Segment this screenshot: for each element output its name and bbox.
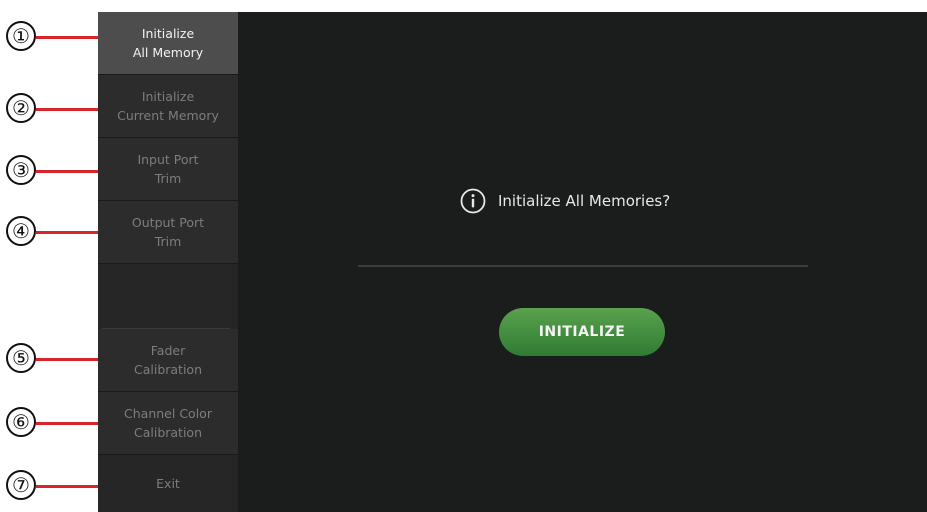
initialize-button[interactable]: INITIALIZE [499, 308, 665, 356]
sidebar: Initialize All Memory Initialize Current… [98, 12, 238, 512]
sidebar-item-channel-color-calibration[interactable]: Channel Color Calibration [98, 392, 238, 455]
callout-leader-line [36, 36, 100, 39]
callout-5: ⑤ [0, 343, 110, 379]
sidebar-item-exit[interactable]: Exit [98, 455, 238, 512]
callout-6: ⑥ [0, 407, 110, 443]
callout-leader-line [36, 358, 100, 361]
screen: ① ② ③ ④ ⑤ ⑥ ⑦ Initialize All Memory Init… [0, 0, 927, 512]
callout-leader-line [36, 231, 100, 234]
sidebar-item-output-port-trim[interactable]: Output Port Trim [98, 201, 238, 264]
info-icon [460, 188, 486, 214]
callout-2: ② [0, 93, 110, 129]
callout-leader-line [36, 108, 100, 111]
callout-leader-line [36, 422, 100, 425]
callout-7: ⑦ [0, 470, 110, 506]
callout-number: ⑥ [6, 407, 36, 437]
callout-number: ② [6, 93, 36, 123]
callout-4: ④ [0, 216, 110, 252]
confirmation-message: Initialize All Memories? [460, 188, 670, 214]
callout-number: ⑦ [6, 470, 36, 500]
sidebar-empty-slot [98, 264, 238, 329]
main-panel: Initialize All Memories? INITIALIZE [238, 12, 927, 512]
callout-number: ④ [6, 216, 36, 246]
sidebar-item-input-port-trim[interactable]: Input Port Trim [98, 138, 238, 201]
callout-leader-line [36, 485, 100, 488]
sidebar-item-fader-calibration[interactable]: Fader Calibration [98, 329, 238, 392]
sidebar-item-initialize-all-memory[interactable]: Initialize All Memory [98, 12, 238, 75]
callout-number: ⑤ [6, 343, 36, 373]
message-text: Initialize All Memories? [498, 192, 671, 210]
sidebar-item-initialize-current-memory[interactable]: Initialize Current Memory [98, 75, 238, 138]
callout-number: ③ [6, 155, 36, 185]
callout-1: ① [0, 21, 110, 57]
callout-3: ③ [0, 155, 110, 191]
callout-leader-line [36, 170, 100, 173]
separator-line [358, 265, 808, 267]
callout-number: ① [6, 21, 36, 51]
